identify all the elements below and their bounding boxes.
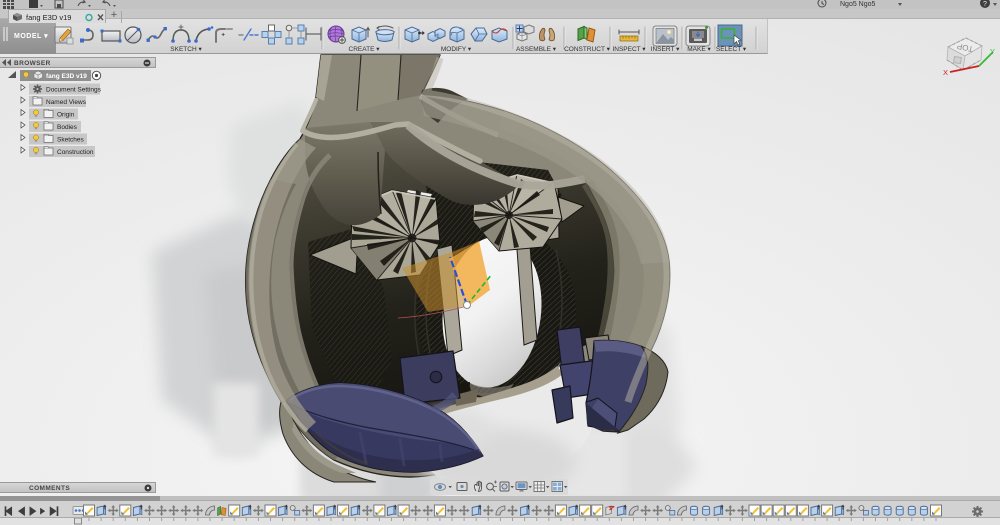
svg-text:Document Settings: Document Settings [46,87,102,94]
svg-text:Named Views: Named Views [46,99,87,106]
svg-text:fang E3D v19: fang E3D v19 [46,73,87,80]
svg-text:Bodies: Bodies [57,124,78,131]
svg-text:Construction: Construction [57,149,94,156]
svg-text:Ngo5 Ngo5: Ngo5 Ngo5 [840,1,876,8]
svg-text:Origin: Origin [57,112,75,119]
svg-text:?: ? [983,1,987,8]
svg-text:Sketches: Sketches [57,137,84,144]
svg-text:X: X [943,68,948,77]
